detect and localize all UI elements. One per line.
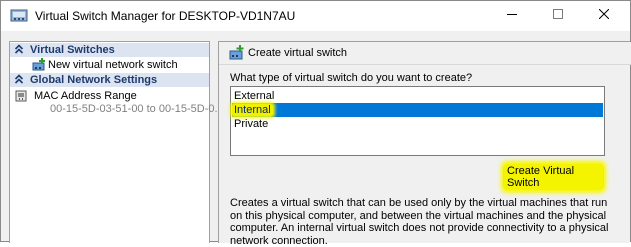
- switch-type-question: What type of virtual switch do you want …: [230, 72, 473, 84]
- create-virtual-switch-button[interactable]: Create Virtual Switch: [503, 164, 604, 190]
- nav-item-new-virtual-network-switch[interactable]: New virtual network switch: [10, 57, 209, 73]
- list-item-internal-selected[interactable]: Internal: [232, 103, 603, 117]
- switch-manager-icon: [10, 8, 28, 24]
- mac-address-range-value: 00-15-5D-03-51-00 to 00-15-5D-0...: [50, 103, 224, 115]
- virtual-switch-manager-window: Virtual Switch Manager for DESKTOP-VD1N7…: [0, 0, 631, 247]
- content-header-title: Create virtual switch: [248, 47, 348, 59]
- nav-item-label: New virtual network switch: [48, 59, 178, 71]
- button-label: Create Virtual Switch: [504, 164, 603, 190]
- minimize-button[interactable]: [489, 1, 535, 30]
- content-header: Create virtual switch: [219, 42, 631, 64]
- section-header-global-network-settings[interactable]: Global Network Settings: [10, 73, 209, 87]
- navigation-pane: Virtual Switches New virtual network swi…: [9, 41, 224, 243]
- divider: [219, 64, 631, 65]
- content-pane: Create virtual switch What type of virtu…: [218, 41, 631, 247]
- nav-item-mac-address-range[interactable]: MAC Address Range 00-15-5D-03-51-00 to 0…: [10, 88, 224, 118]
- maximize-button[interactable]: [535, 1, 581, 30]
- section-header-label: Global Network Settings: [30, 74, 158, 86]
- list-item-label: External: [234, 90, 275, 102]
- title-bar[interactable]: Virtual Switch Manager for DESKTOP-VD1N7…: [1, 1, 630, 31]
- nav-item-label: MAC Address Range: [34, 90, 137, 102]
- collapse-chevron-icon[interactable]: [14, 43, 24, 57]
- window-title: Virtual Switch Manager for DESKTOP-VD1N7…: [35, 9, 296, 23]
- create-switch-icon: [229, 45, 245, 61]
- section-header-virtual-switches[interactable]: Virtual Switches: [10, 43, 209, 57]
- switch-type-description: Creates a virtual switch that can be use…: [230, 197, 609, 247]
- list-item-private[interactable]: Private: [232, 117, 603, 131]
- maximize-icon: [553, 9, 563, 22]
- list-item-label: Private: [234, 118, 269, 130]
- switch-type-listbox[interactable]: External Internal Private: [230, 86, 605, 156]
- close-button[interactable]: [581, 1, 627, 30]
- add-switch-icon: [32, 58, 47, 72]
- close-icon: [598, 8, 610, 22]
- list-item-external[interactable]: External: [232, 89, 603, 103]
- collapse-chevron-icon[interactable]: [14, 73, 24, 87]
- network-adapter-icon: [15, 90, 27, 102]
- list-item-label: Internal: [232, 104, 273, 116]
- section-header-label: Virtual Switches: [30, 44, 115, 56]
- minimize-icon: [507, 9, 517, 22]
